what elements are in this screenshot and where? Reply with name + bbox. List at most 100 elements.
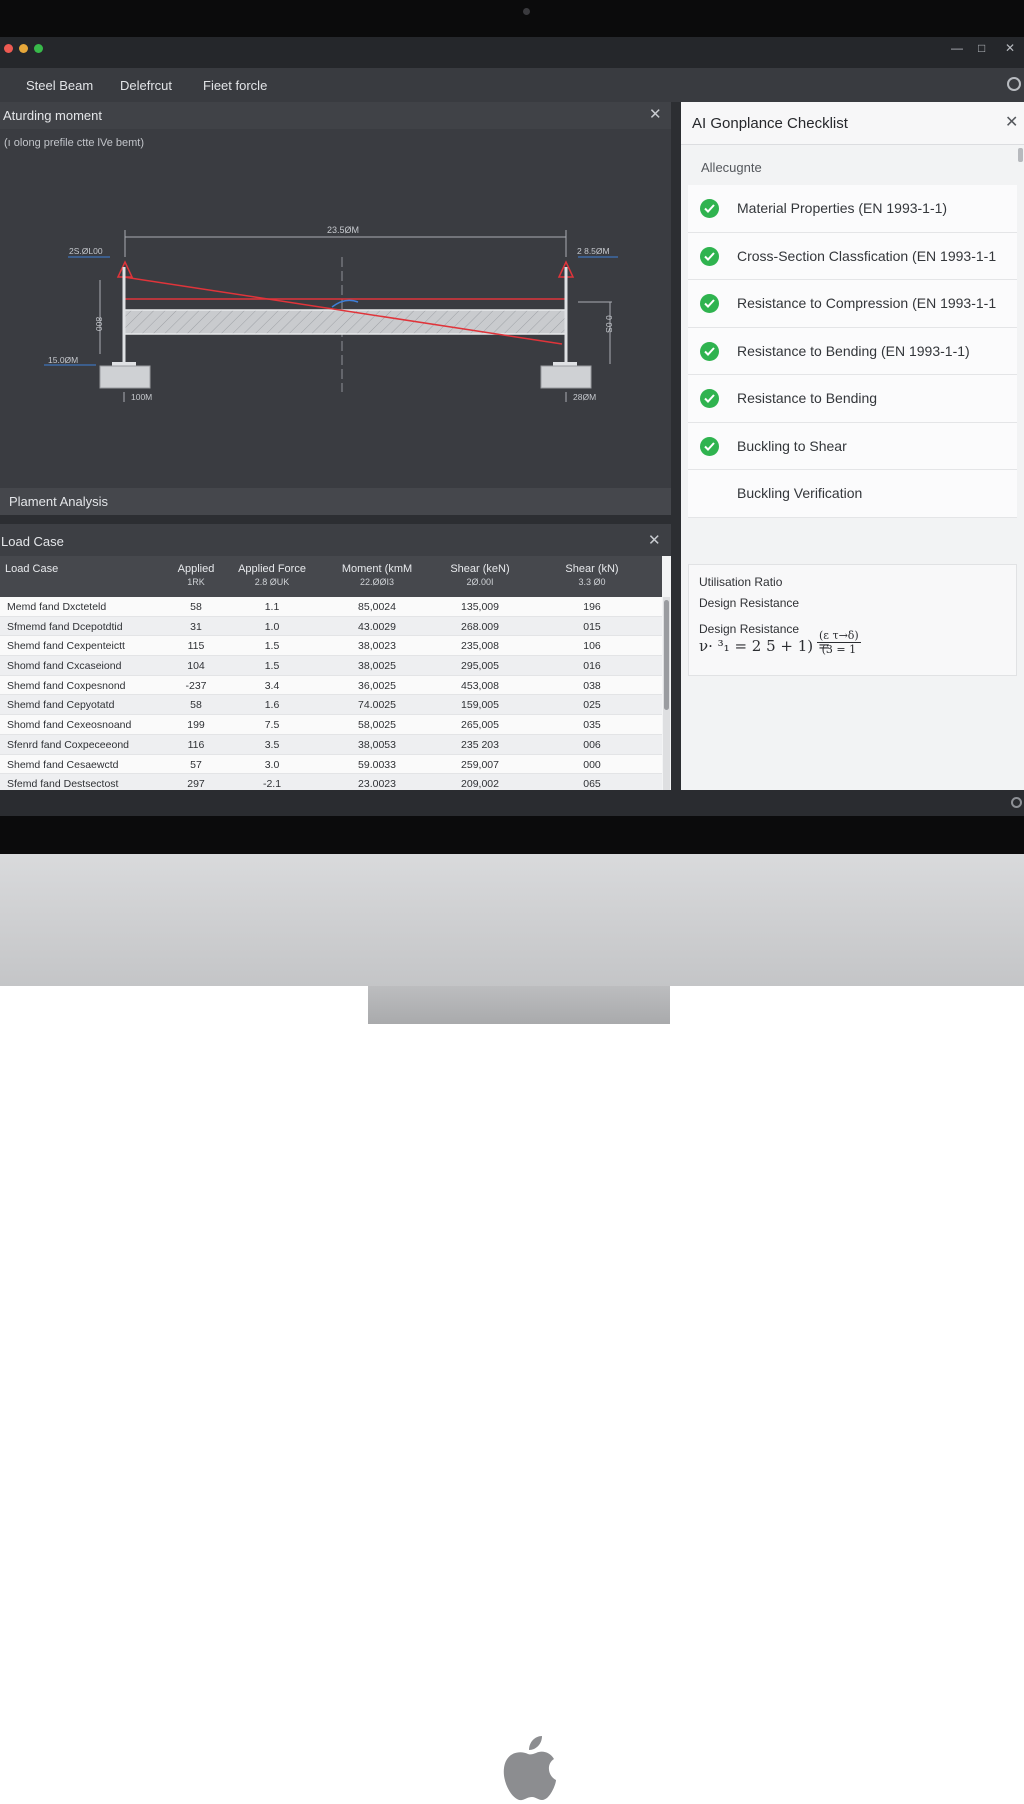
cell-applied-force: 1.0 <box>264 620 280 633</box>
cell-shear-2: 106 <box>583 640 601 653</box>
checklist-item[interactable]: Buckling Verification <box>688 470 1017 518</box>
cell-shear-2: 025 <box>583 699 601 712</box>
cell-moment: 59.0033 <box>358 758 396 771</box>
minimize-window-icon[interactable] <box>19 44 28 53</box>
app-window: — □ ✕ Steel Beam Delefrcut Fieet forcle … <box>0 37 1024 816</box>
checklist-item[interactable]: Resistance to Compression (EN 1993-1-1 <box>688 280 1017 328</box>
cell-shear-2: 000 <box>583 758 601 771</box>
cell-applied: 199 <box>187 719 205 732</box>
column-header-load-case[interactable]: Load Case <box>5 563 58 575</box>
cell-shear-1: 453,008 <box>461 679 499 692</box>
cell-applied-force: 3.4 <box>264 679 280 692</box>
cell-moment: 43.0029 <box>358 620 396 633</box>
cell-shear-1: 235 203 <box>461 738 499 751</box>
table-row[interactable]: Shemd fand Coxpesnond -237 3.4 36,0025 453,0… <box>0 675 662 696</box>
checklist-item[interactable]: Buckling to Shear <box>688 422 1017 470</box>
table-header: Load Case Applied 1RK Applied Force 2.8 ØU… <box>0 556 662 597</box>
cell-shear-1: 295,005 <box>461 660 499 673</box>
background-right <box>670 986 1024 1024</box>
cell-applied: 115 <box>187 640 205 653</box>
cell-applied: 104 <box>187 660 205 673</box>
close-icon[interactable]: ✕ <box>648 531 661 549</box>
load-case-title: Load Case <box>1 534 64 549</box>
beam-diagram: 23.5ØM 2S.ØL00 800 15.0ØM 100M 2 8.5ØM 0… <box>44 225 618 402</box>
cell-applied-force: 3.0 <box>264 758 280 771</box>
cell-applied-force: 1.5 <box>264 640 280 653</box>
cell-applied: 58 <box>190 699 202 712</box>
cell-applied: 297 <box>187 778 205 790</box>
table-row[interactable]: Shomd fand Cxcaseiond 104 1.5 38,0025 295,00… <box>0 656 662 676</box>
column-header-shear-2[interactable]: Shear (kN) 3.3 Ø0 <box>552 563 632 587</box>
cell-shear-1: 159,005 <box>461 699 499 712</box>
cell-shear-1: 209,002 <box>461 778 499 790</box>
monitor-chin <box>0 854 1024 1801</box>
column-header-applied-force[interactable]: Applied Force 2.8 ØUK <box>232 563 312 587</box>
table-row[interactable]: Memd fand Dxcteteld 58 1.1 85,0024 135,009 19… <box>0 597 662 617</box>
column-header-moment[interactable]: Moment (kmM 22.ØØI3 <box>332 563 422 587</box>
minimize-icon[interactable]: — <box>951 41 963 55</box>
cell-load-case: Shomd fand Cxcaseiond <box>7 660 122 673</box>
table-body: Memd fand Dxcteteld 58 1.1 85,0024 135,009 19… <box>0 597 662 790</box>
close-window-icon[interactable] <box>4 44 13 53</box>
settings-icon[interactable] <box>1007 77 1021 91</box>
menu-bar: Steel Beam Delefrcut Fieet forcle <box>0 68 1024 102</box>
left-side-dimension: 800 <box>94 317 104 331</box>
maximize-window-icon[interactable] <box>34 44 43 53</box>
formula-denominator: (3 = 1 <box>821 643 857 656</box>
table-row[interactable]: Shemd fand Cexpenteictt 115 1.5 38,0023 235,… <box>0 636 662 657</box>
cell-shear-1: 265,005 <box>461 719 499 732</box>
status-settings-icon[interactable] <box>1011 797 1022 808</box>
close-icon[interactable]: ✕ <box>1005 41 1015 55</box>
table-row[interactable]: Shemd fand Cesaewctd 57 3.0 59.0033 259,007 0… <box>0 754 662 775</box>
checklist-item-label: Buckling to Shear <box>737 437 847 454</box>
utilisation-formula-fraction: (ε τ→δ) (3 = 1 <box>817 629 861 656</box>
analysis-label: Plament Analysis <box>9 494 108 509</box>
cell-moment: 74.0025 <box>358 699 396 712</box>
restore-icon[interactable]: □ <box>978 41 985 55</box>
cell-shear-2: 038 <box>583 679 601 692</box>
table-row[interactable]: Sfemd fand Destsectost 297 -2.1 23.0023 209,… <box>0 774 662 790</box>
cell-load-case: Shemd fand Cepyotatd <box>7 699 115 712</box>
utilisation-box: Utilisation Ratio Design Resistance Desi… <box>688 564 1017 676</box>
cell-shear-2: 006 <box>583 738 601 751</box>
right-base-dimension: 28ØM <box>573 392 596 402</box>
check-circle-icon <box>700 436 719 456</box>
checklist-item[interactable]: Cross-Section Classfication (EN 1993-1-1 <box>688 232 1017 280</box>
checklist-subtitle: Allecugnte <box>701 160 762 175</box>
checklist-item[interactable]: Resistance to Bending <box>688 375 1017 423</box>
close-icon[interactable]: ✕ <box>1005 112 1018 132</box>
table-row[interactable]: Sfmemd fand Dcepotdtid 31 1.0 43.0029 268.00… <box>0 616 662 637</box>
menu-steel-beam[interactable]: Steel Beam <box>26 78 93 93</box>
column-header-applied[interactable]: Applied 1RK <box>170 563 222 587</box>
compliance-checklist-panel: AI Gonplance Checklist ✕ Allecugnte Mate… <box>681 102 1024 790</box>
right-top-dimension: 2 8.5ØM <box>577 246 610 256</box>
checklist-scrollbar[interactable] <box>1018 148 1023 162</box>
analysis-bar[interactable]: Plament Analysis <box>0 488 671 515</box>
design-resistance-label: Design Resistance <box>699 596 800 610</box>
cell-applied-force: -2.1 <box>262 778 282 790</box>
table-row[interactable]: Sfenrd fand Coxpeceeond 116 3.5 38,0053 235 … <box>0 734 662 755</box>
cell-applied: 31 <box>190 620 202 633</box>
utilisation-formula: ν· ³₁ = 2 5 + 1) = <box>699 637 831 655</box>
table-row[interactable]: Shomd fand Cexeosnoand 199 7.5 58,0025 265,0… <box>0 715 662 735</box>
left-base-dimension: 100M <box>131 392 152 402</box>
menu-deflection[interactable]: Delefrcut <box>120 78 172 93</box>
table-row[interactable]: Shemd fand Cepyotatd 58 1.6 74.0025 159,005 0… <box>0 695 662 716</box>
column-header-shear-1[interactable]: Shear (keN) 2Ø.00I <box>440 563 520 587</box>
check-circle-icon <box>700 294 719 313</box>
cell-applied-force: 7.5 <box>264 719 280 732</box>
cell-load-case: Shomd fand Cexeosnoand <box>7 719 132 732</box>
menu-fleet-force[interactable]: Fieet forcle <box>203 78 267 93</box>
moment-panel: Aturding moment ✕ (ı olong prefile ctte … <box>0 102 671 488</box>
checklist-item[interactable]: Material Properties (EN 1993-1-1) <box>688 185 1017 233</box>
table-scrollbar-thumb[interactable] <box>664 600 669 710</box>
design-resistance-label-2: Design Resistance <box>699 622 800 636</box>
background-left <box>0 986 368 1024</box>
checklist-item-label: Resistance to Bending (EN 1993-1-1) <box>737 342 970 359</box>
monitor-bezel-bottom <box>0 816 1024 854</box>
cell-load-case: Shemd fand Cesaewctd <box>7 758 119 771</box>
window-titlebar: — □ ✕ <box>0 37 1024 68</box>
monitor-bezel-top <box>0 0 1024 37</box>
check-circle-icon <box>700 246 719 266</box>
checklist-item[interactable]: Resistance to Bending (EN 1993-1-1) <box>688 327 1017 375</box>
